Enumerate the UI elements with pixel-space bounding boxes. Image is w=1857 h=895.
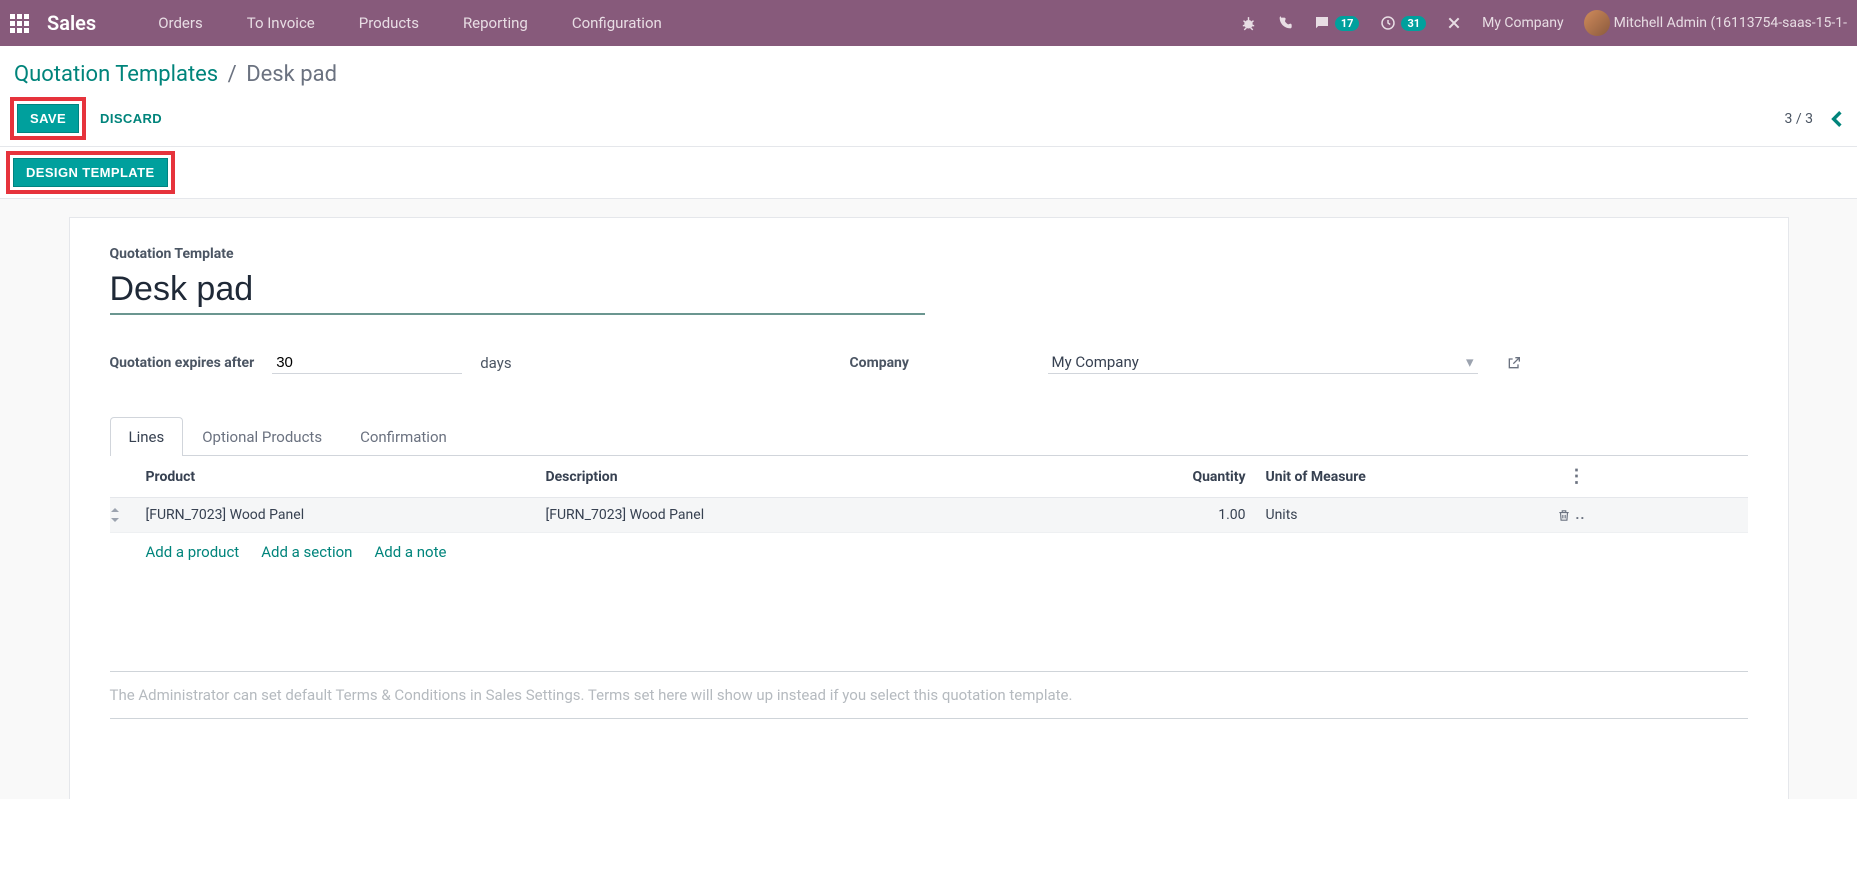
breadcrumb-current: Desk pad (246, 62, 337, 87)
pager-text[interactable]: 3 / 3 (1785, 111, 1813, 127)
table-row[interactable]: [FURN_7023] Wood Panel [FURN_7023] Wood … (110, 498, 1748, 533)
nav-to-invoice[interactable]: To Invoice (225, 14, 337, 32)
more-icon[interactable]: .. (1575, 507, 1585, 523)
nav-configuration[interactable]: Configuration (550, 14, 684, 32)
th-quantity: Quantity (1086, 469, 1246, 485)
add-section[interactable]: Add a section (261, 543, 352, 561)
bug-icon[interactable] (1240, 15, 1257, 32)
discard-button[interactable]: DISCARD (86, 105, 176, 132)
tab-confirmation[interactable]: Confirmation (341, 417, 466, 456)
tab-optional-products[interactable]: Optional Products (183, 417, 341, 456)
actions-row: SAVE DISCARD 3 / 3 (0, 87, 1857, 146)
pager: 3 / 3 (1785, 110, 1843, 128)
breadcrumb: Quotation Templates / Desk pad (0, 46, 1857, 87)
add-product[interactable]: Add a product (146, 543, 240, 561)
nav-products[interactable]: Products (337, 14, 441, 32)
drag-handle-icon[interactable] (110, 508, 146, 522)
cell-qty[interactable]: 1.00 (1086, 507, 1246, 523)
nav-orders[interactable]: Orders (136, 14, 225, 32)
messages-icon[interactable]: 17 (1313, 14, 1360, 32)
company-label: Company (850, 355, 1030, 371)
add-note[interactable]: Add a note (374, 543, 446, 561)
nav-reporting[interactable]: Reporting (441, 14, 550, 32)
cell-product[interactable]: [FURN_7023] Wood Panel (146, 507, 546, 523)
breadcrumb-parent[interactable]: Quotation Templates (14, 62, 218, 87)
activities-icon[interactable]: 31 (1379, 14, 1426, 32)
topbar-right: 17 31 My Company Mitchell Admin (1611375… (1240, 10, 1847, 36)
company-group: Company My Company ▾ (850, 351, 1522, 374)
messages-badge: 17 (1335, 16, 1360, 31)
cell-description[interactable]: [FURN_7023] Wood Panel (546, 507, 1086, 523)
trash-icon[interactable] (1557, 508, 1571, 523)
template-name-input[interactable] (110, 268, 925, 315)
external-link-icon[interactable] (1506, 355, 1522, 371)
user-label: Mitchell Admin (16113754-saas-15-1- (1614, 15, 1847, 31)
tools-icon[interactable] (1446, 15, 1462, 31)
apps-icon[interactable] (10, 14, 29, 33)
breadcrumb-sep: / (228, 62, 237, 87)
design-template-button[interactable]: DESIGN TEMPLATE (13, 158, 168, 187)
chevron-down-icon: ▾ (1466, 353, 1474, 371)
table-header: Product Description Quantity Unit of Mea… (110, 456, 1748, 498)
kebab-icon[interactable]: ⋮ (1526, 466, 1586, 487)
expires-label: Quotation expires after (110, 355, 255, 371)
adders-row: Add a product Add a section Add a note (110, 533, 1748, 561)
tab-lines[interactable]: Lines (110, 417, 184, 456)
brand-label[interactable]: Sales (47, 11, 96, 35)
company-select[interactable]: My Company ▾ (1048, 351, 1478, 374)
highlight-save: SAVE (10, 97, 86, 140)
separator-2 (110, 718, 1748, 719)
th-description: Description (546, 469, 1086, 485)
user-menu[interactable]: Mitchell Admin (16113754-saas-15-1- (1584, 10, 1847, 36)
content-wrap: Quotation Template Quotation expires aft… (0, 199, 1857, 799)
save-button[interactable]: SAVE (17, 104, 79, 133)
activities-badge: 31 (1401, 16, 1426, 31)
company-switcher[interactable]: My Company (1482, 15, 1564, 31)
terms-placeholder[interactable]: The Administrator can set default Terms … (110, 672, 1748, 718)
topbar: Sales Orders To Invoice Products Reporti… (0, 0, 1857, 46)
th-product: Product (146, 469, 546, 485)
fields-row: Quotation expires after days Company My … (110, 351, 1748, 374)
phone-icon[interactable] (1277, 15, 1293, 31)
th-uom: Unit of Measure (1246, 469, 1526, 485)
avatar (1584, 10, 1610, 36)
highlight-design: DESIGN TEMPLATE (6, 151, 175, 194)
pager-prev-icon[interactable] (1831, 110, 1843, 128)
company-value: My Company (1052, 353, 1139, 371)
cell-uom[interactable]: Units (1246, 507, 1526, 523)
tabs: Lines Optional Products Confirmation (110, 416, 1748, 456)
title-label: Quotation Template (110, 246, 1748, 262)
expires-group: Quotation expires after days (110, 351, 790, 374)
form-sheet: Quotation Template Quotation expires aft… (69, 217, 1789, 799)
row-actions: .. (1526, 507, 1586, 523)
days-label: days (480, 354, 511, 372)
design-row: DESIGN TEMPLATE (0, 146, 1857, 199)
expires-input[interactable] (272, 352, 462, 374)
